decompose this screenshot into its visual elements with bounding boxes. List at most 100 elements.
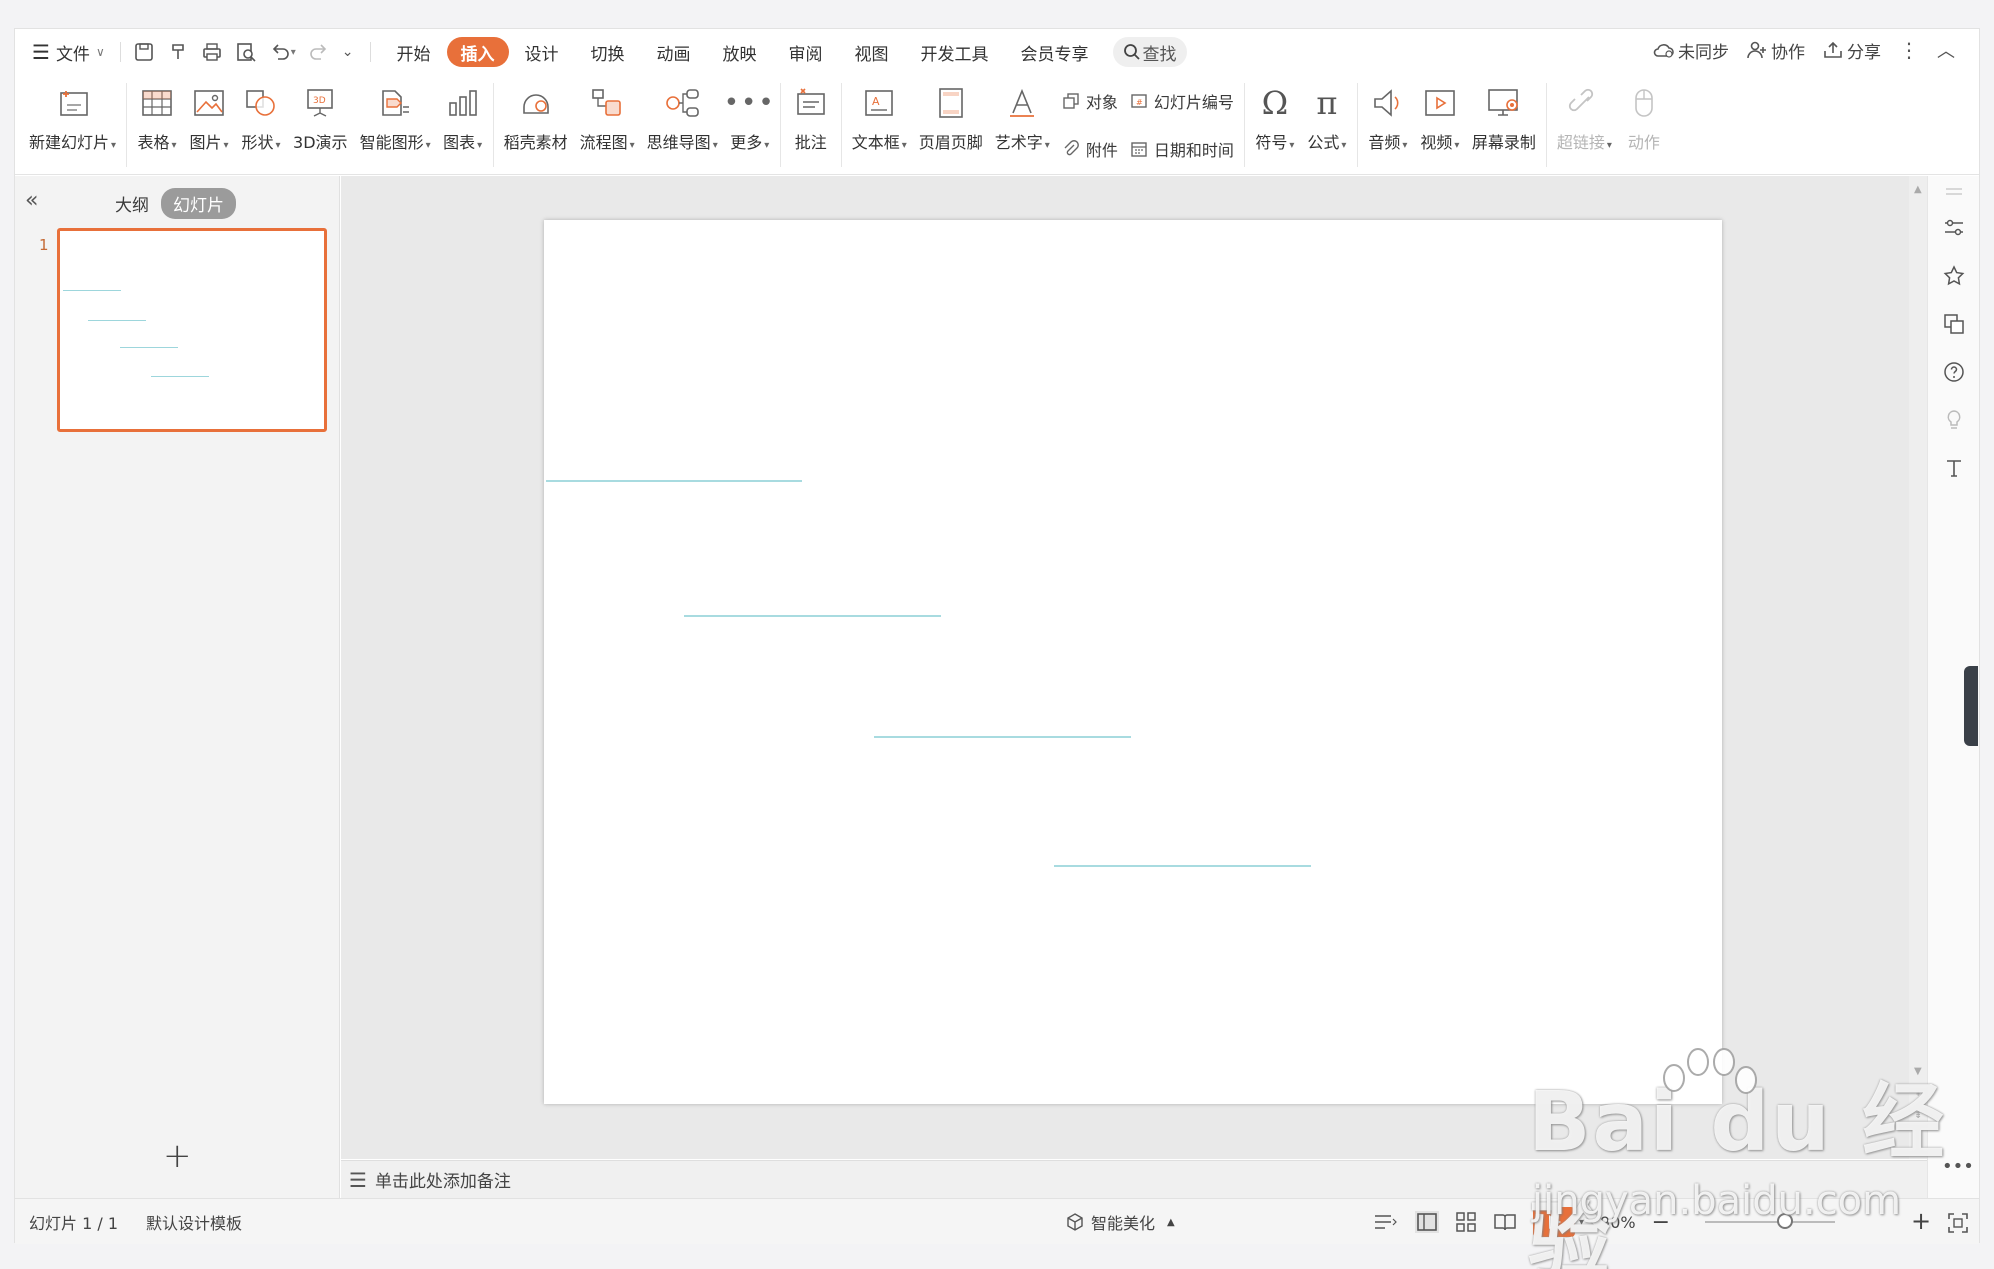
slide-line[interactable] — [684, 615, 941, 617]
new-slide-icon — [59, 91, 88, 116]
redo-button[interactable] — [302, 37, 336, 67]
thumbnail-line — [88, 320, 146, 321]
save-button[interactable] — [127, 37, 161, 67]
slide-number-button[interactable]: # 幻灯片编号 — [1130, 89, 1234, 113]
divider — [1243, 83, 1245, 167]
slide-number-datetime-group: # 幻灯片编号 日期和时间 — [1124, 75, 1240, 161]
tab-developer[interactable]: 开发工具 — [905, 37, 1005, 67]
sync-status-button[interactable]: 未同步 — [1652, 38, 1729, 63]
new-slide-button[interactable]: 新建幻灯片 — [23, 75, 122, 153]
tab-transitions[interactable]: 切换 — [575, 37, 641, 67]
panel-tabs: 大纲 幻灯片 — [115, 188, 236, 219]
slide-line[interactable] — [1054, 865, 1311, 867]
tab-home[interactable]: 开始 — [381, 37, 447, 67]
customize-quick-access-button[interactable]: ⌄ — [336, 37, 360, 67]
divider — [126, 83, 128, 167]
equation-button[interactable]: π 公式 — [1301, 75, 1353, 153]
text-format-icon[interactable] — [1942, 456, 1966, 480]
divider — [119, 42, 121, 62]
side-panel-toggle[interactable] — [1964, 666, 1978, 746]
hyperlink-button[interactable]: 超链接 — [1551, 75, 1618, 153]
header-footer-button[interactable]: 页眉页脚 — [913, 75, 989, 153]
slide-line[interactable] — [874, 736, 1131, 738]
help-icon[interactable] — [1942, 360, 1966, 384]
tab-outline[interactable]: 大纲 — [115, 191, 149, 216]
slide-thumbnail[interactable] — [57, 228, 327, 432]
chart-button[interactable]: 图表 — [437, 75, 489, 153]
3d-demo-button[interactable]: 3D 3D演示 — [287, 75, 354, 153]
more-button[interactable]: ••• 更多 — [724, 75, 776, 153]
datetime-button[interactable]: 日期和时间 — [1130, 137, 1234, 161]
action-label: 动作 — [1627, 133, 1660, 152]
normal-view-icon[interactable] — [1415, 1211, 1439, 1233]
divider — [492, 83, 494, 167]
tab-slideshow[interactable]: 放映 — [707, 37, 773, 67]
undo-button[interactable]: ▾ — [263, 37, 302, 67]
object-button[interactable]: 对象 — [1062, 89, 1118, 113]
tab-slides[interactable]: 幻灯片 — [161, 188, 236, 219]
format-painter-button[interactable] — [161, 37, 195, 67]
ribbon-insert: 新建幻灯片 表格 图片 形状 3D 3D演示 智能图形 图表 — [15, 75, 1979, 175]
picture-button[interactable]: 图片 — [183, 75, 235, 153]
wordart-button[interactable]: 艺术字 — [989, 75, 1056, 153]
slide-editor[interactable] — [544, 220, 1722, 1104]
header-footer-icon — [938, 88, 963, 118]
search-box[interactable]: 查找 — [1112, 37, 1187, 67]
mindmap-button[interactable]: 思维导图 — [641, 75, 724, 153]
print-preview-icon — [236, 43, 256, 62]
smartart-button[interactable]: 智能图形 — [354, 75, 437, 153]
comment-button[interactable]: 批注 — [785, 75, 837, 153]
drag-handle-icon[interactable] — [1942, 180, 1966, 204]
action-button[interactable]: 动作 — [1618, 75, 1670, 153]
shape-button[interactable]: 形状 — [235, 75, 287, 153]
reading-view-icon[interactable] — [1493, 1211, 1517, 1233]
add-slide-button[interactable]: + — [163, 1136, 192, 1176]
textbox-button[interactable]: A 文本框 — [846, 75, 913, 153]
properties-icon[interactable] — [1942, 216, 1966, 240]
docer-material-button[interactable]: 稻壳素材 — [498, 75, 574, 153]
tab-membership[interactable]: 会员专享 — [1005, 37, 1105, 67]
vertical-scrollbar[interactable]: ▲ ▼ ⇞ ⇟ — [1909, 176, 1929, 1159]
thumbnail-line — [151, 376, 209, 377]
transform-icon[interactable] — [1942, 312, 1966, 336]
tab-insert[interactable]: 插入 — [446, 37, 509, 67]
star-icon[interactable] — [1942, 264, 1966, 288]
tab-design[interactable]: 设计 — [509, 37, 575, 67]
more-vertical-icon[interactable]: ⋮ — [1899, 38, 1919, 62]
collaborate-button[interactable]: 协作 — [1747, 38, 1805, 63]
3d-presentation-icon: 3D — [307, 89, 334, 117]
print-preview-button[interactable] — [229, 37, 263, 67]
file-menu[interactable]: ☰ 文件 ∨ — [23, 37, 114, 67]
chevron-down-icon: ⌄ — [341, 44, 354, 60]
link-icon — [1569, 88, 1594, 112]
watermark-url-container: jingyan.baidu.com — [1532, 1178, 1901, 1224]
object-icon — [1063, 93, 1079, 109]
share-button[interactable]: 分享 — [1823, 38, 1881, 63]
pi-icon: π — [1316, 84, 1338, 122]
collapse-ribbon-icon[interactable]: ︿ — [1937, 37, 1955, 63]
video-button[interactable]: 视频 — [1414, 75, 1466, 153]
lightbulb-icon[interactable] — [1942, 408, 1966, 432]
table-icon — [142, 90, 172, 116]
smart-beautify-button[interactable]: 智能美化 ▲ — [1065, 1199, 1175, 1245]
tab-view[interactable]: 视图 — [839, 37, 905, 67]
notes-toggle-icon[interactable] — [1373, 1211, 1399, 1233]
print-button[interactable] — [195, 37, 229, 67]
mouse-icon — [1635, 89, 1653, 117]
template-name[interactable]: 默认设计模板 — [132, 1210, 256, 1234]
slide-sorter-icon[interactable] — [1455, 1211, 1477, 1233]
collapse-panel-icon[interactable]: « — [25, 188, 38, 213]
picture-label: 图片 — [190, 129, 229, 153]
audio-button[interactable]: 音频 — [1362, 75, 1414, 153]
table-button[interactable]: 表格 — [131, 75, 183, 153]
flowchart-button[interactable]: 流程图 — [574, 75, 641, 153]
tab-review[interactable]: 审阅 — [773, 37, 839, 67]
attachment-button[interactable]: 附件 — [1062, 137, 1118, 161]
slide-number-icon: # — [1131, 94, 1147, 108]
screen-record-button[interactable]: 屏幕录制 — [1466, 75, 1542, 153]
slide-line[interactable] — [546, 480, 802, 482]
tab-animations[interactable]: 动画 — [641, 37, 707, 67]
scroll-up-icon[interactable]: ▲ — [1914, 184, 1922, 195]
search-label: 查找 — [1142, 44, 1177, 65]
symbol-button[interactable]: Ω 符号 — [1249, 75, 1301, 153]
